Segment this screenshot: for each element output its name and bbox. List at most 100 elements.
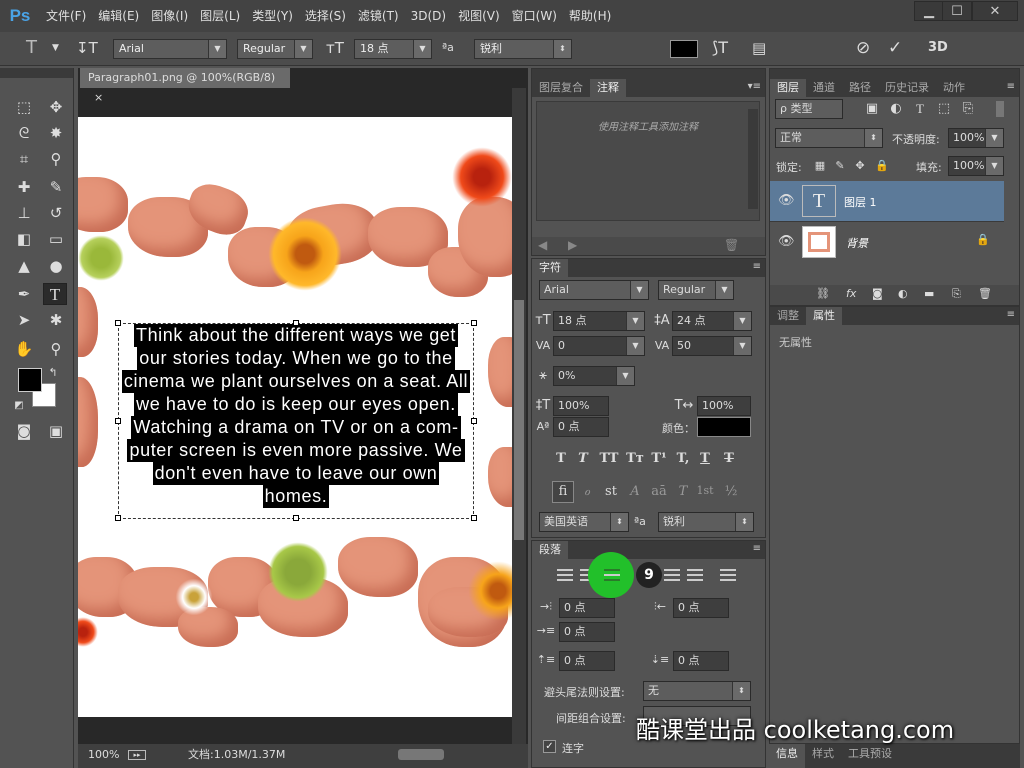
- horizontal-scroll-thumb[interactable]: [398, 749, 444, 760]
- para-align-left-icon[interactable]: [557, 569, 573, 581]
- kinsoku-select[interactable]: 无 ⬍: [643, 681, 751, 701]
- tab-notes[interactable]: 注释: [590, 79, 626, 97]
- panel-menu-icon[interactable]: ▾≡: [748, 81, 761, 92]
- tab-paragraph[interactable]: 段落: [532, 541, 568, 559]
- font-style-select[interactable]: Regular ▼: [237, 39, 313, 59]
- antialias-select[interactable]: 锐利 ⬍: [474, 39, 572, 59]
- menu-file[interactable]: 文件(F): [40, 0, 92, 32]
- char-tracking-field[interactable]: 50 ▼: [672, 336, 752, 356]
- delete-layer-icon[interactable]: 🗑: [978, 287, 992, 300]
- faux-italic-button[interactable]: T: [572, 451, 594, 466]
- tab-channels[interactable]: 通道: [806, 79, 842, 97]
- path-select-icon[interactable]: ➤: [12, 309, 36, 331]
- link-layers-icon[interactable]: ⛓: [816, 287, 830, 300]
- tab-properties[interactable]: 属性: [806, 307, 842, 325]
- history-brush-icon[interactable]: ↺: [44, 202, 68, 224]
- char-leading-field[interactable]: 24 点 ▼: [672, 311, 752, 331]
- ligatures-button[interactable]: fi: [552, 481, 574, 503]
- minimize-button[interactable]: ▁: [914, 1, 944, 21]
- underline-button[interactable]: T: [694, 451, 716, 466]
- panel-header-strip[interactable]: [770, 69, 1019, 79]
- fractions-button[interactable]: ½: [720, 484, 742, 499]
- old-style-button[interactable]: ℴ: [576, 484, 598, 499]
- resize-handle[interactable]: [293, 515, 299, 521]
- font-family-select[interactable]: Arial ▼: [113, 39, 227, 59]
- tab-layer-comps[interactable]: 图层复合: [532, 79, 590, 97]
- close-tab-icon[interactable]: ×: [94, 91, 103, 104]
- resize-handle[interactable]: [471, 515, 477, 521]
- commit-edit-icon[interactable]: ✓: [888, 38, 902, 58]
- char-vertical-scale-field[interactable]: 100%: [553, 396, 609, 416]
- toolbox-header[interactable]: [0, 68, 73, 78]
- menu-edit[interactable]: 编辑(E): [92, 0, 145, 32]
- toggle-orientation-icon[interactable]: ↧T: [76, 38, 98, 58]
- visibility-eye-icon[interactable]: 👁: [778, 193, 795, 208]
- marquee-tool-icon[interactable]: ⬚: [12, 96, 36, 118]
- quick-mask-icon[interactable]: ◙: [12, 420, 36, 442]
- new-group-icon[interactable]: ▬: [924, 287, 934, 300]
- lock-transparent-icon[interactable]: ▦: [810, 156, 830, 176]
- titling-alternates-button[interactable]: T: [672, 484, 694, 499]
- menu-window[interactable]: 窗口(W): [506, 0, 563, 32]
- menu-image[interactable]: 图像(I): [145, 0, 194, 32]
- layer-row-background[interactable]: 👁 背景 🔒: [770, 221, 1004, 261]
- zoom-level[interactable]: 100%: [88, 744, 119, 766]
- preset-chevron-icon[interactable]: ▼: [52, 38, 59, 58]
- notes-scrollbar[interactable]: [748, 109, 758, 209]
- 3d-button[interactable]: 3D: [928, 38, 948, 58]
- eyedropper-icon[interactable]: ⚲: [44, 148, 68, 170]
- lock-image-icon[interactable]: ✎: [830, 156, 850, 176]
- resize-handle[interactable]: [115, 418, 121, 424]
- magic-wand-icon[interactable]: ✸: [44, 122, 68, 144]
- layer-name[interactable]: 背景: [846, 235, 868, 251]
- hyphenate-checkbox[interactable]: ✓: [543, 740, 556, 753]
- char-size-field[interactable]: 18 点 ▼: [553, 311, 645, 331]
- healing-brush-icon[interactable]: ✚: [12, 176, 36, 198]
- text-color-swatch[interactable]: [670, 40, 698, 58]
- layer-name[interactable]: 图层 1: [844, 194, 877, 210]
- type-tool-icon[interactable]: T: [43, 283, 67, 305]
- prev-note-icon[interactable]: ◀: [538, 238, 547, 252]
- filter-adjustment-icon[interactable]: ◐: [886, 99, 906, 119]
- visibility-eye-icon[interactable]: 👁: [778, 234, 795, 249]
- tab-actions[interactable]: 动作: [936, 79, 972, 97]
- layer-filter-select[interactable]: ρ 类型: [775, 99, 843, 119]
- hand-tool-icon[interactable]: ✋: [12, 338, 36, 360]
- lock-position-icon[interactable]: ✥: [850, 156, 870, 176]
- resize-handle[interactable]: [115, 515, 121, 521]
- fx-icon[interactable]: fx: [846, 287, 856, 300]
- vertical-scroll-thumb[interactable]: [514, 300, 524, 540]
- panel-menu-icon[interactable]: ≡: [1007, 309, 1015, 320]
- menu-3d[interactable]: 3D(D): [405, 0, 452, 32]
- pen-tool-icon[interactable]: ✒: [12, 283, 36, 305]
- swap-colors-icon[interactable]: ↰: [46, 362, 60, 384]
- all-caps-button[interactable]: TT: [598, 451, 620, 466]
- char-font-style-select[interactable]: Regular ▼: [658, 280, 734, 300]
- add-mask-icon[interactable]: ◙: [872, 287, 883, 300]
- type-tool-preset-icon[interactable]: T: [26, 38, 37, 58]
- faux-bold-button[interactable]: T: [550, 451, 572, 466]
- resize-handle[interactable]: [471, 418, 477, 424]
- default-colors-icon[interactable]: ◩: [12, 395, 26, 417]
- tab-info[interactable]: 信息: [769, 744, 805, 768]
- menu-help[interactable]: 帮助(H): [563, 0, 617, 32]
- opacity-field[interactable]: 100% ▼: [948, 128, 1004, 148]
- small-caps-button[interactable]: Tт: [624, 451, 646, 466]
- ordinals-button[interactable]: 1st: [694, 484, 716, 497]
- cancel-edit-icon[interactable]: ⊘: [856, 38, 870, 58]
- menu-type[interactable]: 类型(Y): [246, 0, 299, 32]
- zoom-tool-icon[interactable]: ⚲: [44, 338, 68, 360]
- dodge-tool-icon[interactable]: ●: [44, 255, 68, 277]
- indent-first-line-field[interactable]: 0 点: [559, 622, 615, 642]
- status-menu-icon[interactable]: ▸▸: [128, 750, 146, 760]
- blur-tool-icon[interactable]: ▲: [12, 255, 36, 277]
- tab-layers[interactable]: 图层: [770, 79, 806, 97]
- paragraph-text-box[interactable]: Think about the different ways we get ou…: [118, 323, 474, 519]
- char-proportional-spacing-field[interactable]: 0% ▼: [553, 366, 635, 386]
- restore-button[interactable]: ☐: [942, 1, 972, 21]
- indent-right-field[interactable]: 0 点: [673, 598, 729, 618]
- menu-select[interactable]: 选择(S): [299, 0, 352, 32]
- filter-toggle[interactable]: [996, 101, 1004, 117]
- lasso-tool-icon[interactable]: ᘓ: [12, 122, 36, 144]
- resize-handle[interactable]: [293, 320, 299, 326]
